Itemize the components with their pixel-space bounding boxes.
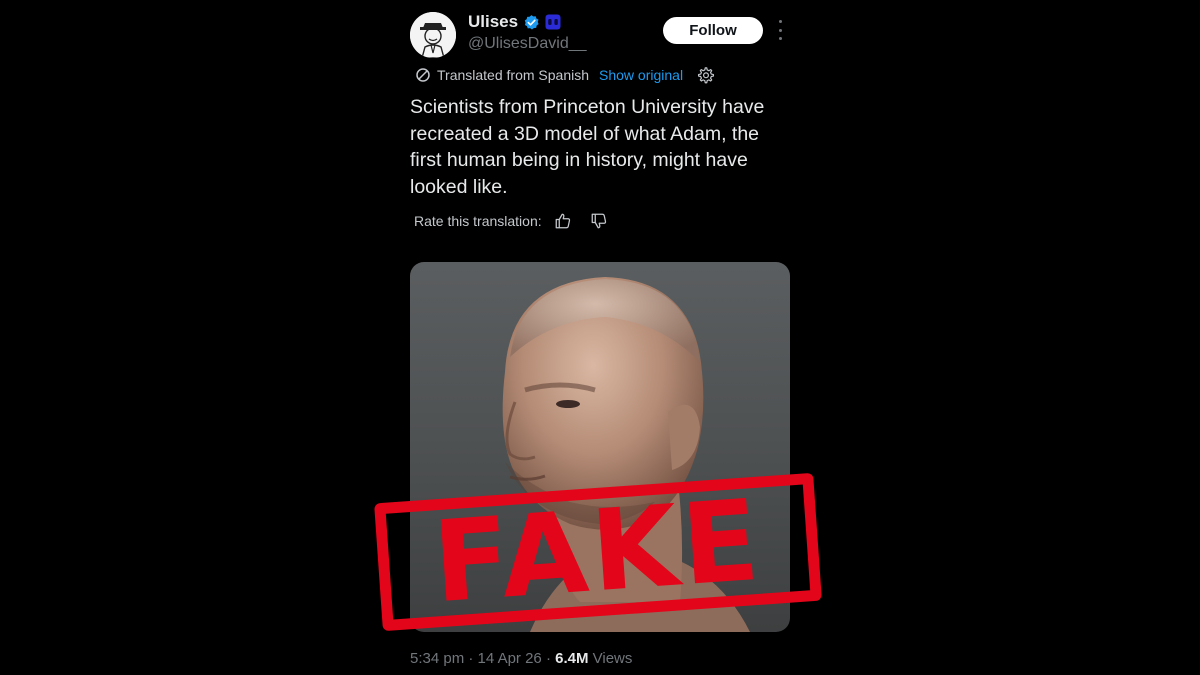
- post-date[interactable]: 14 Apr 26: [478, 650, 542, 667]
- author-name-line: Ulises: [468, 12, 561, 32]
- post-meta: 5:34 pm · 14 Apr 26 · 6.4M Views: [410, 650, 632, 667]
- translation-notice: Translated from Spanish: [437, 67, 589, 83]
- author-name[interactable]: Ulises: [468, 12, 518, 32]
- verified-badge-icon: [523, 14, 540, 31]
- separator-dot: ·: [545, 650, 556, 667]
- rate-label: Rate this translation:: [414, 213, 542, 229]
- follow-button[interactable]: Follow: [663, 17, 763, 44]
- thumbs-up-icon[interactable]: [554, 212, 572, 230]
- show-original-link[interactable]: Show original: [599, 67, 683, 83]
- rate-translation: Rate this translation:: [414, 212, 608, 230]
- avatar[interactable]: [410, 12, 456, 58]
- tweet-text: Scientists from Princeton University hav…: [410, 96, 765, 198]
- more-icon[interactable]: [773, 20, 787, 40]
- thumbs-down-icon[interactable]: [590, 212, 608, 230]
- settings-icon[interactable]: [697, 66, 715, 84]
- translate-icon: [416, 68, 430, 82]
- author-handle[interactable]: @UlisesDavid__: [468, 35, 587, 53]
- views-count: 6.4M: [555, 650, 589, 667]
- translation-bar: Translated from Spanish Show original: [415, 66, 715, 84]
- fake-stamp-label: FAKE: [429, 475, 767, 629]
- views-label: Views: [592, 650, 633, 667]
- affiliate-badge-icon: [545, 14, 561, 30]
- separator-dot: ·: [468, 650, 478, 667]
- post-time[interactable]: 5:34 pm: [410, 650, 464, 667]
